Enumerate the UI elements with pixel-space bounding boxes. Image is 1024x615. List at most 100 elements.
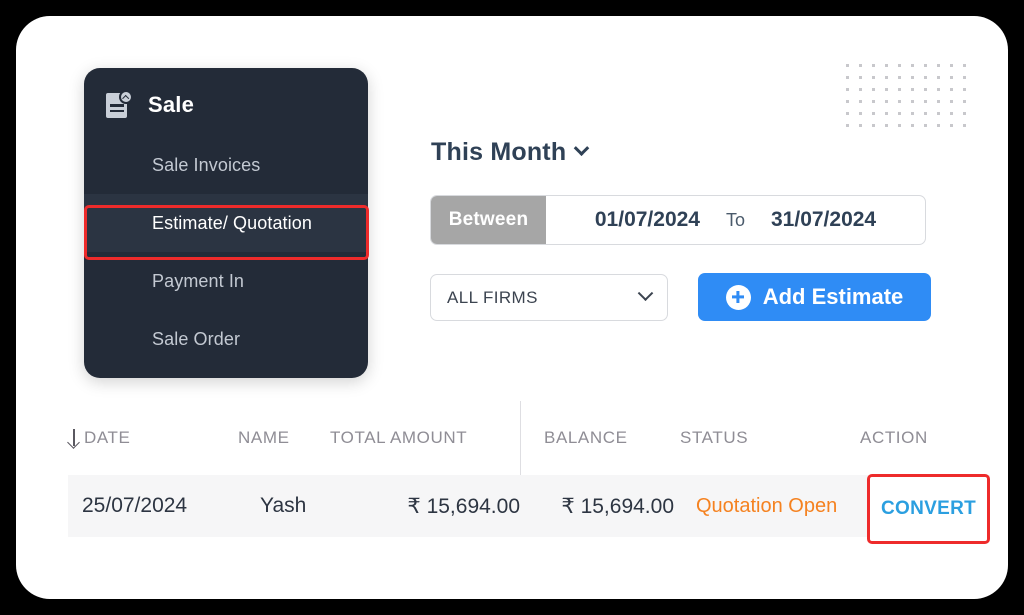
- grid-dot: [846, 124, 849, 127]
- between-mode-button[interactable]: Between: [431, 196, 546, 244]
- grid-dot: [846, 100, 849, 103]
- grid-dot: [950, 88, 953, 91]
- cell-total-amount: ₹ 15,694.00: [407, 494, 520, 518]
- column-header-name[interactable]: NAME: [238, 428, 330, 448]
- column-header-label: DATE: [84, 428, 131, 447]
- grid-dot: [846, 76, 849, 79]
- grid-dot: [846, 88, 849, 91]
- firm-select-value: ALL FIRMS: [447, 287, 538, 307]
- add-estimate-label: Add Estimate: [762, 284, 904, 309]
- add-estimate-button[interactable]: Add Estimate: [698, 273, 931, 321]
- chevron-down-icon: [637, 285, 654, 302]
- grid-dot: [911, 100, 914, 103]
- grid-dot: [924, 100, 927, 103]
- period-selector[interactable]: This Month: [431, 138, 590, 167]
- screenshot-root: Sale Sale Invoices Estimate/ Quotation P…: [0, 0, 1024, 615]
- grid-dot: [937, 124, 940, 127]
- grid-dot: [872, 100, 875, 103]
- chevron-down-icon: [574, 140, 590, 157]
- sidebar-item-label: Payment In: [152, 270, 245, 291]
- grid-dot: [950, 112, 953, 115]
- cell-date: 25/07/2024: [82, 494, 188, 517]
- grid-dot: [937, 112, 940, 115]
- cell-name: Yash: [260, 494, 307, 517]
- header-column-divider: [520, 401, 521, 475]
- grid-dot: [898, 64, 901, 67]
- column-header-date[interactable]: DATE: [68, 428, 238, 448]
- grid-dot: [924, 112, 927, 115]
- grid-dot: [950, 100, 953, 103]
- firm-select-dropdown[interactable]: ALL FIRMS: [430, 274, 668, 321]
- grid-dot: [898, 100, 901, 103]
- sort-descending-arrow-icon[interactable]: [68, 429, 79, 447]
- cell-balance: ₹ 15,694.00: [561, 494, 674, 518]
- grid-dot: [872, 64, 875, 67]
- date-from-input[interactable]: 01/07/2024: [595, 208, 700, 232]
- date-inputs[interactable]: 01/07/2024 To 31/07/2024: [546, 196, 925, 244]
- sidebar-item-payment-in[interactable]: Payment In: [84, 252, 368, 310]
- estimates-table: DATE NAME TOTAL AMOUNT BALANCE STATUS AC…: [68, 401, 990, 537]
- grid-dot: [859, 88, 862, 91]
- grid-dot: [937, 76, 940, 79]
- dot-grid-decoration: [846, 64, 976, 136]
- grid-dot: [937, 100, 940, 103]
- grid-dot: [963, 112, 966, 115]
- date-separator-label: To: [725, 209, 745, 230]
- grid-dot: [859, 124, 862, 127]
- grid-dot: [963, 124, 966, 127]
- grid-dot: [872, 124, 875, 127]
- column-header-label: TOTAL AMOUNT: [330, 428, 468, 447]
- grid-dot: [885, 100, 888, 103]
- grid-dot: [898, 112, 901, 115]
- plus-circle-icon: [725, 284, 751, 310]
- column-header-label: BALANCE: [544, 428, 628, 447]
- grid-dot: [872, 88, 875, 91]
- grid-dot: [963, 64, 966, 67]
- grid-dot: [911, 76, 914, 79]
- table-row[interactable]: 25/07/2024 Yash ₹ 15,694.00 ₹ 15,694.00 …: [68, 475, 990, 537]
- sidebar-item-label: Estimate/ Quotation: [152, 212, 312, 233]
- grid-dot: [911, 88, 914, 91]
- column-header-label: NAME: [238, 428, 290, 447]
- grid-dot: [859, 64, 862, 67]
- grid-dot: [924, 76, 927, 79]
- column-header-status[interactable]: STATUS: [680, 428, 860, 448]
- grid-dot: [872, 112, 875, 115]
- grid-dot: [950, 76, 953, 79]
- sidebar-item-label: Sale Invoices: [152, 154, 261, 175]
- grid-dot: [937, 88, 940, 91]
- grid-dot: [950, 124, 953, 127]
- cell-status: Quotation Open: [696, 494, 838, 517]
- grid-dot: [924, 124, 927, 127]
- grid-dot: [924, 88, 927, 91]
- sidebar-item-sale-invoices[interactable]: Sale Invoices: [84, 136, 368, 194]
- grid-dot: [859, 112, 862, 115]
- grid-dot: [859, 76, 862, 79]
- grid-dot: [963, 76, 966, 79]
- column-header-balance[interactable]: BALANCE: [520, 428, 680, 448]
- column-header-total-amount[interactable]: TOTAL AMOUNT: [330, 428, 520, 448]
- grid-dot: [963, 100, 966, 103]
- grid-dot: [885, 112, 888, 115]
- grid-dot: [872, 76, 875, 79]
- date-range-control[interactable]: Between 01/07/2024 To 31/07/2024: [430, 195, 926, 245]
- grid-dot: [885, 76, 888, 79]
- sidebar-item-label: Sale Order: [152, 328, 241, 349]
- grid-dot: [924, 64, 927, 67]
- grid-dot: [885, 64, 888, 67]
- grid-dot: [885, 124, 888, 127]
- grid-dot: [846, 64, 849, 67]
- grid-dot: [911, 124, 914, 127]
- period-label: This Month: [431, 138, 567, 166]
- grid-dot: [898, 76, 901, 79]
- grid-dot: [846, 112, 849, 115]
- sidebar-item-estimate-quotation[interactable]: Estimate/ Quotation: [84, 194, 368, 252]
- convert-button[interactable]: CONVERT: [867, 474, 990, 544]
- grid-dot: [950, 64, 953, 67]
- column-header-action: ACTION: [860, 428, 990, 448]
- date-to-input[interactable]: 31/07/2024: [771, 208, 876, 232]
- grid-dot: [859, 100, 862, 103]
- sidebar-title: Sale: [148, 92, 195, 117]
- sidebar-item-sale-order[interactable]: Sale Order: [84, 310, 368, 368]
- table-header-row: DATE NAME TOTAL AMOUNT BALANCE STATUS AC…: [68, 401, 990, 475]
